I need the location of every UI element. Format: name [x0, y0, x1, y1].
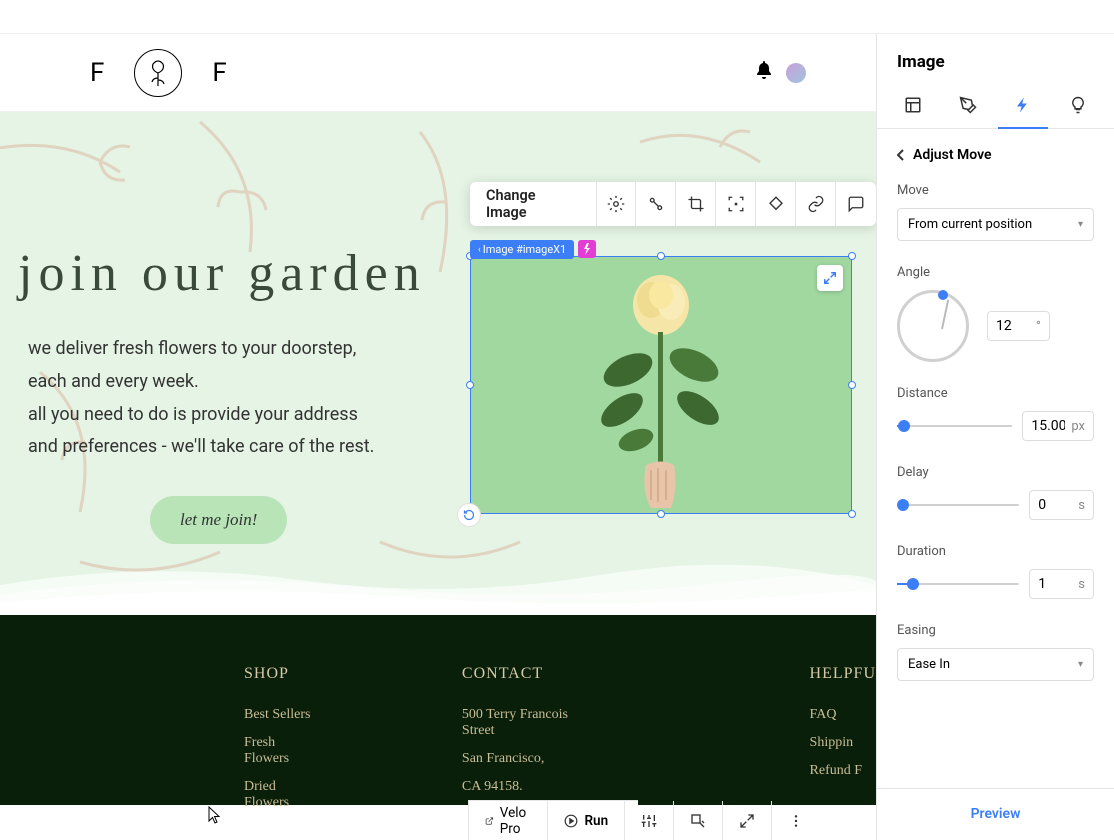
angle-label: Angle [897, 265, 1094, 280]
crop-icon[interactable] [676, 182, 716, 226]
logo-letter-right: F [212, 58, 226, 88]
join-button[interactable]: let me join! [150, 496, 287, 544]
footer-heading: SHOP [244, 665, 322, 683]
expand-icon[interactable] [817, 265, 843, 291]
hero-line-3: all you need to do is provide your addre… [28, 401, 426, 430]
footer-link[interactable]: Shippin [810, 735, 876, 751]
tab-animation[interactable] [998, 86, 1048, 128]
footer-link[interactable]: Fresh Flowers [244, 735, 322, 767]
footer-link[interactable]: Dried Flowers [244, 779, 322, 811]
tab-layout[interactable] [888, 86, 938, 128]
hero-title: join our garden [18, 244, 426, 303]
tab-design[interactable] [943, 86, 993, 128]
change-image-button[interactable]: Change Image [470, 182, 597, 226]
expand-panel-icon[interactable] [723, 801, 772, 840]
site-footer: SHOP Best Sellers Fresh Flowers Dried Fl… [0, 615, 876, 805]
panel-title: Image [877, 34, 1114, 86]
focus-icon[interactable] [716, 182, 756, 226]
bottom-toolbar: Velo Pro Run [468, 800, 638, 840]
more-icon[interactable] [772, 801, 820, 840]
resize-handle[interactable] [657, 252, 665, 260]
delay-input[interactable]: s [1029, 490, 1094, 520]
element-label[interactable]: ‹ Image #imageX1 [470, 240, 574, 259]
back-button[interactable]: Adjust Move [897, 147, 1094, 163]
preview-button[interactable]: Preview [971, 806, 1021, 822]
footer-col-helpful: HELPFU FAQ Shippin Refund F [810, 665, 876, 823]
animation-badge-icon[interactable] [578, 240, 596, 258]
duration-input[interactable]: s [1029, 569, 1094, 599]
footer-link[interactable]: Refund F [810, 763, 876, 779]
move-select[interactable]: From current position ▾ [897, 208, 1094, 241]
footer-text: 500 Terry Francois Street [462, 707, 600, 739]
resize-handle[interactable] [657, 510, 665, 518]
cursor-icon [208, 806, 222, 828]
logo-mark [134, 49, 182, 97]
distance-label: Distance [897, 386, 1094, 401]
delay-slider[interactable] [897, 504, 1019, 506]
bell-icon[interactable] [756, 61, 772, 84]
settings-icon[interactable] [597, 182, 637, 226]
distance-input[interactable]: px [1022, 411, 1094, 441]
footer-text: CA 94158. [462, 779, 600, 795]
selected-image[interactable] [470, 256, 852, 514]
properties-panel: Image Adjust Move Move Fro [876, 34, 1114, 840]
tab-help[interactable] [1053, 86, 1103, 128]
angle-input[interactable]: ° [987, 311, 1050, 341]
duration-slider[interactable] [897, 583, 1019, 585]
resize-handle[interactable] [466, 381, 474, 389]
angle-dial[interactable] [897, 290, 969, 362]
distance-slider[interactable] [897, 425, 1012, 427]
hero-line-4: and preferences - we'll take care of the… [28, 433, 426, 462]
footer-link[interactable]: FAQ [810, 707, 876, 723]
site-header: F F [0, 34, 876, 112]
footer-col-shop: SHOP Best Sellers Fresh Flowers Dried Fl… [244, 665, 322, 823]
footer-heading: CONTACT [462, 665, 600, 683]
easing-select[interactable]: Ease In ▾ [897, 648, 1094, 681]
comment-icon[interactable] [836, 182, 876, 226]
resize-handle[interactable] [848, 252, 856, 260]
inspector-icon[interactable] [674, 801, 723, 840]
image-toolbar: Change Image [470, 182, 876, 226]
footer-link[interactable]: Best Sellers [244, 707, 322, 723]
logo-letter-left: F [90, 58, 104, 88]
velo-pro-button[interactable]: Velo Pro [469, 801, 548, 840]
run-button[interactable]: Run [548, 801, 625, 840]
settings-sliders-icon[interactable] [625, 801, 674, 840]
resize-handle[interactable] [848, 510, 856, 518]
hero-line-2: each and every week. [28, 368, 426, 397]
avatar-icon[interactable] [786, 63, 806, 83]
easing-label: Easing [897, 623, 1094, 638]
link-icon[interactable] [796, 182, 836, 226]
site-logo: F F [90, 49, 227, 97]
footer-text: San Francisco, [462, 751, 600, 767]
animation-icon[interactable] [636, 182, 676, 226]
move-label: Move [897, 183, 1094, 198]
duration-label: Duration [897, 544, 1094, 559]
undo-icon[interactable] [457, 503, 481, 527]
hero-line-1: we deliver fresh flowers to your doorste… [28, 335, 426, 364]
mask-icon[interactable] [756, 182, 796, 226]
delay-label: Delay [897, 465, 1094, 480]
resize-handle[interactable] [848, 381, 856, 389]
footer-heading: HELPFU [810, 665, 876, 683]
